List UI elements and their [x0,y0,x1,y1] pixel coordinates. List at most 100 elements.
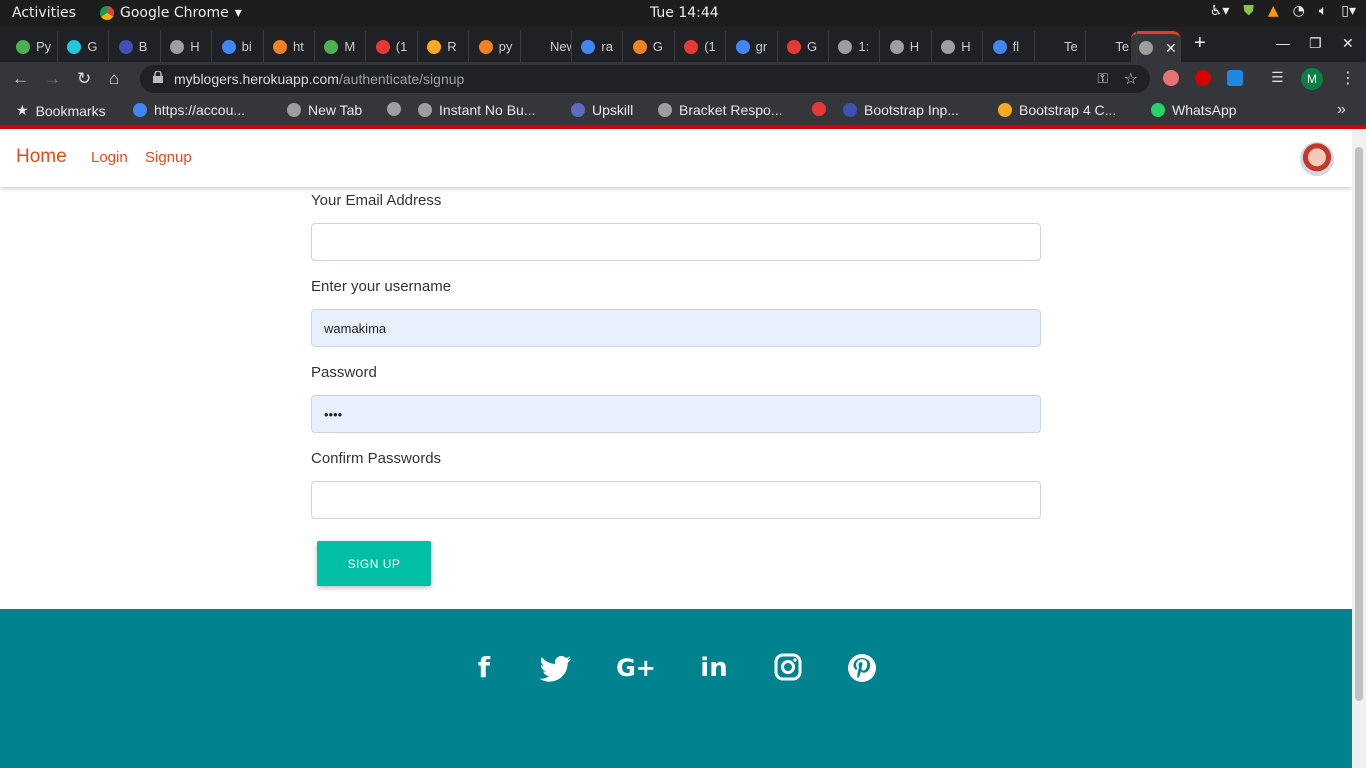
browser-tab[interactable]: M [316,31,367,62]
bookmark-item[interactable]: Instant No Bu... [418,102,536,118]
extension-puzzle-icon[interactable] [1227,70,1243,86]
minimize-button[interactable]: — [1276,35,1290,51]
browser-tab[interactable]: Te [1087,31,1138,62]
browser-tab[interactable]: bi [214,31,264,62]
browser-tab[interactable]: py [471,31,521,62]
tab-favicon-icon [170,39,185,54]
bookmark-favicon-icon [658,103,672,117]
tab-favicon-icon [787,39,801,54]
pinterest-icon[interactable] [842,651,882,685]
menu-icon[interactable]: ⋮ [1340,68,1356,88]
reload-icon[interactable]: ↻ [77,69,91,89]
close-tab-icon[interactable]: ✕ [1165,40,1177,57]
avatar[interactable] [1300,142,1334,176]
tab-label: R [447,39,457,54]
tab-favicon-icon [324,39,339,54]
home-link[interactable]: Home [16,146,67,168]
browser-tab[interactable]: fl [985,31,1035,62]
bookmark-favicon-icon [418,103,432,117]
bookmarks-label[interactable]: ★ Bookmarks [16,102,106,119]
globe-icon [1139,41,1153,55]
vlc-icon[interactable]: ▲ [1268,3,1279,19]
forward-icon[interactable]: → [44,69,61,89]
google-plus-icon[interactable]: G+ [616,651,656,685]
browser-tab[interactable]: gr [728,31,778,62]
clock[interactable]: Tue 14:44 [650,5,719,21]
twitter-icon[interactable] [535,651,575,685]
bookmark-favicon-icon [571,103,585,117]
tab-favicon-icon [221,39,236,54]
star-icon[interactable]: ☆ [1124,69,1138,89]
back-icon[interactable]: ← [12,69,29,89]
extension-shield-icon[interactable] [1163,70,1179,86]
bookmark-item[interactable]: New Tab [287,102,362,118]
linkedin-icon[interactable]: in [694,651,734,685]
key-icon[interactable]: ⚿ [1097,70,1108,87]
media-icon[interactable]: ☰ [1271,69,1284,86]
browser-tab[interactable]: ht [265,31,315,62]
browser-tab[interactable]: Py [8,31,58,62]
footer: f G+ in [0,609,1352,768]
accessibility-icon[interactable]: ♿▾ [1210,3,1230,19]
tab-label: bi [241,39,252,54]
browser-tab[interactable]: B [111,31,161,62]
browser-tab[interactable]: H [933,31,984,62]
scrollbar-thumb[interactable] [1355,147,1363,701]
extension-hand-icon[interactable] [1195,70,1211,86]
new-tab-button[interactable]: + [1194,32,1206,55]
shield-icon[interactable]: ⛊ [1243,3,1254,19]
bookmark-item[interactable]: Upskill [571,102,633,118]
tab-favicon-icon [427,39,442,54]
password-field[interactable]: •••• [311,395,1041,433]
home-icon[interactable]: ⌂ [109,69,119,89]
close-window-button[interactable]: ✕ [1342,35,1354,52]
tab-label: M [344,39,356,54]
tab-favicon-icon [581,39,596,54]
instagram-icon[interactable] [768,651,808,685]
browser-tab[interactable]: G [59,31,110,62]
username-field[interactable]: wamakima [311,309,1041,347]
app-menu[interactable]: Google Chrome ▾ [100,5,242,21]
browser-tab[interactable]: G [625,31,675,62]
tab-favicon-icon [684,39,699,54]
browser-tab[interactable]: H [162,31,213,62]
activities-button[interactable]: Activities [12,5,76,21]
chevron-more-icon[interactable]: » [1337,101,1350,119]
browser-tab[interactable]: (1 [676,31,727,62]
bookmark-item[interactable] [812,102,833,116]
bookmark-favicon-icon [1151,103,1165,117]
bookmark-item[interactable]: Bootstrap Inp... [843,102,959,118]
browser-tab[interactable]: H [882,31,932,62]
battery-icon[interactable]: ▯▾ [1341,3,1356,19]
browser-tab[interactable]: ra [573,31,624,62]
tab-active[interactable]: ✕ [1131,31,1181,62]
login-link[interactable]: Login [91,149,128,166]
browser-tab[interactable]: G [779,31,829,62]
tab-favicon-icon [941,39,956,54]
bookmark-item[interactable] [387,102,408,116]
bookmark-item[interactable]: https://accou... [133,102,245,118]
facebook-icon[interactable]: f [464,651,504,685]
page-scrollbar[interactable] [1352,129,1366,768]
browser-tab[interactable]: 1: [830,31,881,62]
signup-link[interactable]: Signup [145,149,192,166]
tab-label: G [807,39,818,54]
email-field[interactable] [311,223,1041,261]
tab-label: 1: [858,39,870,54]
maximize-button[interactable]: ❐ [1309,35,1322,52]
confirm-password-field[interactable] [311,481,1041,519]
browser-tab[interactable]: R [419,31,470,62]
bookmark-item[interactable]: Bracket Respo... [658,102,783,118]
wifi-icon[interactable]: ◔ [1293,3,1305,19]
browser-tab[interactable]: Te [1036,31,1086,62]
bookmark-item[interactable]: WhatsApp [1151,102,1237,118]
sign-up-button[interactable]: SIGN UP [317,541,431,586]
tab-label: (1 [395,39,408,54]
bookmark-item[interactable]: Bootstrap 4 C... [998,102,1116,118]
address-bar[interactable]: myblogers.herokuapp.com/authenticate/sig… [140,65,1150,93]
chevron-down-icon: ▾ [234,5,242,21]
browser-tab[interactable]: New [522,31,572,62]
volume-icon[interactable]: 🔈︎ [1319,3,1327,19]
profile-avatar[interactable]: M [1301,68,1323,90]
browser-tab[interactable]: (1 [368,31,418,62]
